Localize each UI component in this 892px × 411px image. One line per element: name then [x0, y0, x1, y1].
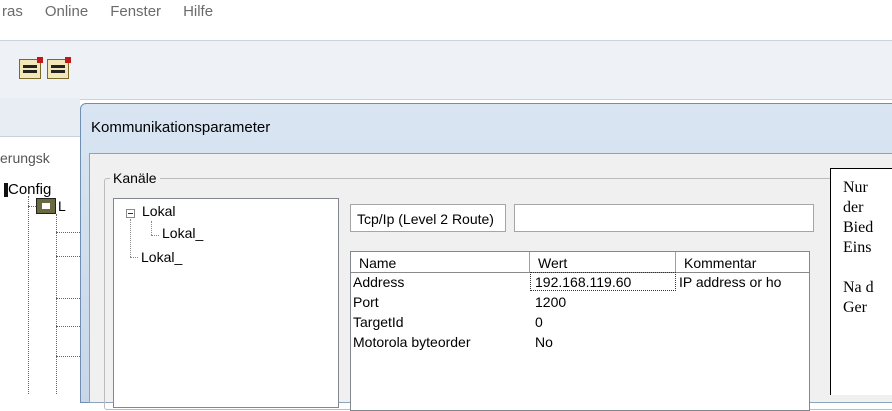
menu-item-extras[interactable]: ras: [2, 3, 23, 20]
table-row[interactable]: TargetId 0: [351, 312, 809, 332]
menu-bar: ras Online Fenster Hilfe: [0, 0, 422, 22]
tree-line: [56, 298, 80, 299]
channels-tree: Lokal Lokal_ Lokal_: [113, 198, 339, 408]
build-button[interactable]: [16, 55, 44, 83]
tree-item-lokal-second[interactable]: Lokal_: [141, 249, 182, 265]
grid-cell-value[interactable]: No: [535, 334, 553, 350]
protocol-extra-field: [514, 204, 814, 232]
grid-header: Name Wert Kommentar: [351, 252, 809, 273]
tree-line: [151, 221, 152, 235]
tree-item-lokal[interactable]: Lokal: [142, 203, 175, 219]
tree-line: [56, 326, 80, 327]
column-header-kommentar[interactable]: Kommentar: [676, 252, 816, 272]
tree-item-lokal-child[interactable]: Lokal_: [162, 225, 203, 241]
grid-cell-value[interactable]: 0: [535, 314, 543, 330]
grid-cell-name: Port: [353, 294, 379, 310]
grid-cell-name: Motorola byteorder: [353, 334, 471, 350]
note-line: der: [843, 199, 864, 216]
tree-line: [28, 196, 29, 394]
object-tree-panel: [0, 98, 80, 394]
grid-cell-name: Address: [353, 274, 405, 290]
tree-line: [56, 232, 80, 233]
build-icon: [19, 57, 43, 79]
tree-line: [151, 235, 159, 236]
menu-item-online[interactable]: Online: [45, 3, 88, 20]
menu-item-fenster[interactable]: Fenster: [110, 3, 161, 20]
grid-cell-comment: IP address or ho: [679, 274, 782, 290]
document-note-box: Nur der Bied Eins Na d Ger: [830, 168, 892, 395]
tree-line: [130, 219, 131, 257]
grid-cell-value[interactable]: 1200: [535, 294, 566, 310]
dialog-body: Kanäle Lokal Lokal_ Lokal_ Tcp/Ip (Level…: [89, 153, 892, 411]
object-tree-header: [0, 98, 80, 137]
table-row[interactable]: Address 192.168.119.60 IP address or ho: [351, 272, 809, 292]
note-line: Bied: [843, 219, 874, 236]
parameter-grid: Name Wert Kommentar Address 192.168.119.…: [350, 251, 810, 411]
menu-item-hilfe[interactable]: Hilfe: [183, 3, 213, 20]
grid-cell-value[interactable]: 192.168.119.60: [535, 274, 631, 290]
grid-cell-name: TargetId: [353, 314, 404, 330]
rebuild-icon: [47, 57, 71, 79]
table-row[interactable]: Port 1200: [351, 292, 809, 312]
object-tree-title: erungsk: [0, 150, 50, 166]
note-line: Na d: [843, 279, 874, 296]
tree-line: [130, 257, 138, 258]
tree-line: [56, 356, 80, 357]
column-header-wert[interactable]: Wert: [530, 252, 676, 272]
collapse-icon[interactable]: [126, 209, 135, 218]
tree-line: [56, 214, 57, 394]
tree-node-plc[interactable]: L: [58, 198, 66, 214]
communication-parameters-dialog: Kommunikationsparameter Kanäle Lokal Lok…: [80, 103, 892, 411]
note-line: Eins: [843, 239, 872, 256]
note-line: Ger: [843, 299, 867, 316]
plc-module-icon: [36, 198, 56, 214]
toolbar: [0, 40, 892, 100]
rebuild-button[interactable]: [44, 55, 72, 83]
table-row[interactable]: Motorola byteorder No: [351, 332, 809, 352]
tree-line: [56, 256, 80, 257]
tree-node-config[interactable]: Config: [8, 181, 51, 198]
note-line: Nur: [843, 179, 868, 196]
protocol-field: Tcp/Ip (Level 2 Route): [350, 204, 506, 232]
channels-group-label: Kanäle: [110, 170, 160, 186]
dialog-title: Kommunikationsparameter: [91, 119, 271, 136]
column-header-name[interactable]: Name: [351, 252, 530, 272]
